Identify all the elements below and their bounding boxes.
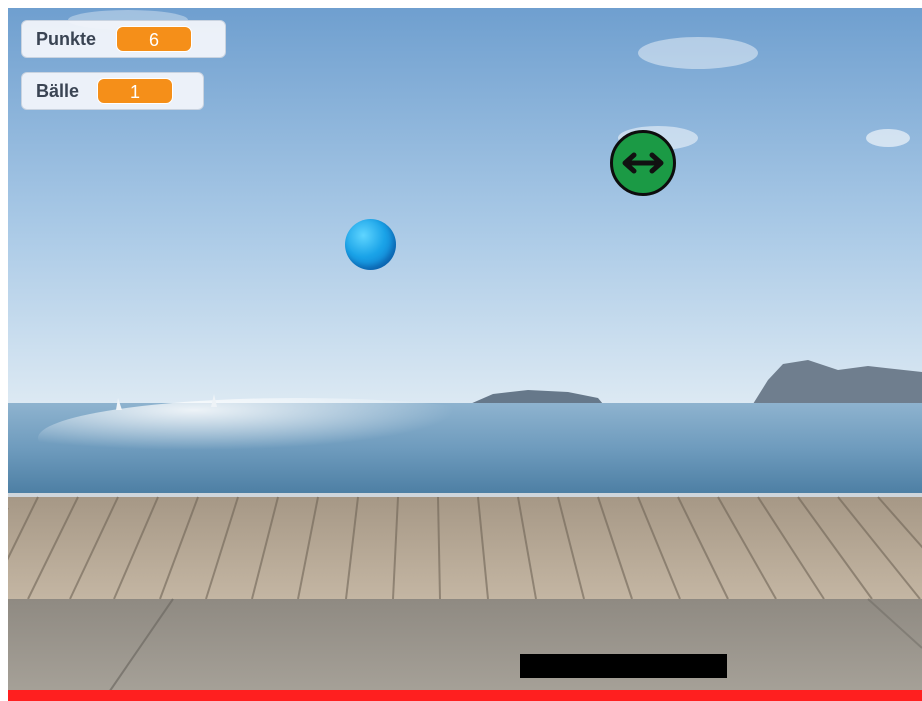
balls-monitor: Bälle 1 (21, 72, 204, 110)
game-stage[interactable]: Punkte 6 Bälle 1 (8, 8, 922, 701)
score-monitor: Punkte 6 (21, 20, 226, 58)
ball-icon (345, 219, 396, 270)
cloud (638, 37, 758, 69)
balls-value: 1 (97, 78, 174, 104)
cloud (866, 129, 910, 147)
pavement (8, 599, 922, 701)
paddle[interactable] (520, 654, 727, 678)
direction-toggle-button[interactable] (610, 130, 676, 196)
boardwalk (8, 497, 922, 599)
left-right-arrow-icon (622, 152, 664, 174)
score-label: Punkte (36, 28, 97, 49)
balls-label: Bälle (36, 80, 80, 101)
boardwalk-edge (8, 493, 922, 497)
bottom-baseline (8, 690, 922, 701)
beach-backdrop (8, 8, 922, 701)
sky (8, 8, 922, 403)
score-value: 6 (116, 26, 193, 52)
